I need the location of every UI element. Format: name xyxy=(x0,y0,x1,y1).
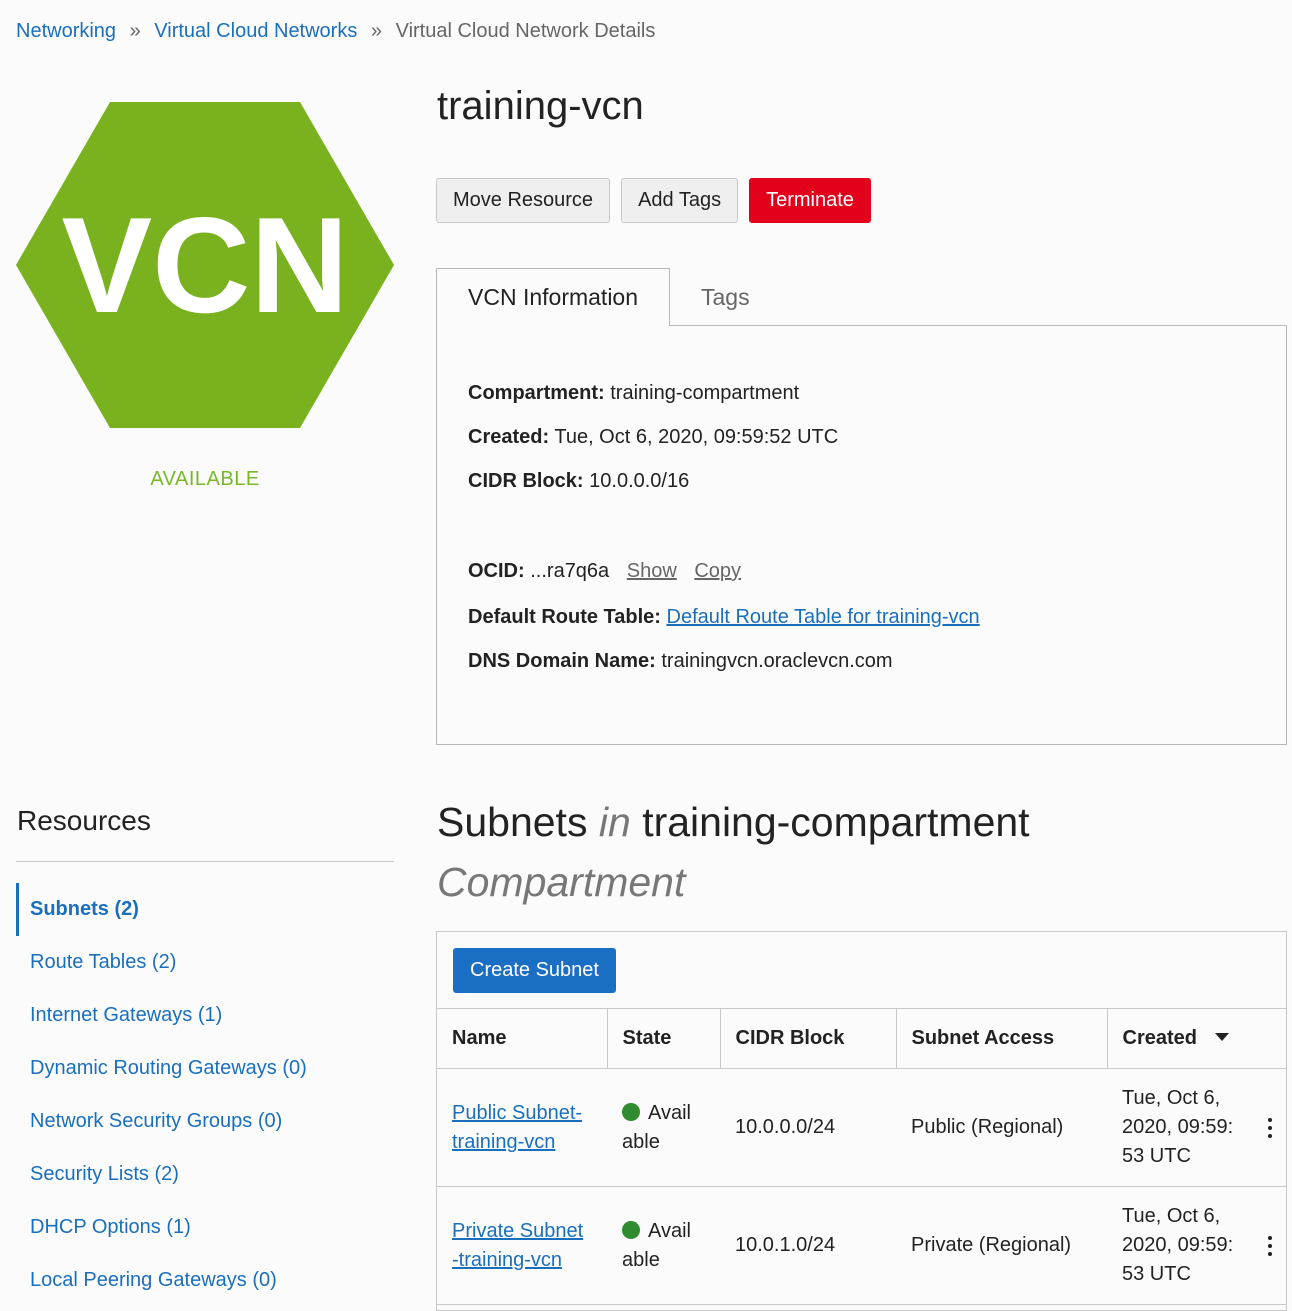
column-header-created[interactable]: Created xyxy=(1107,1008,1286,1069)
table-row: Private Subnet -training-vcn Avail able 10… xyxy=(437,1186,1286,1305)
created-line: 2020, 09:59: xyxy=(1122,1234,1234,1256)
resource-item-local-peering-gateways[interactable]: Local Peering Gateways (0) xyxy=(16,1254,394,1307)
table-header-row: Name State CIDR Block Subnet Access Crea… xyxy=(437,1008,1286,1069)
subnet-access-cell: Public (Regional) xyxy=(896,1068,1107,1187)
subnet-name-link[interactable]: Public Subnet-training-vcn xyxy=(452,1102,582,1153)
subnet-access-cell: Private (Regional) xyxy=(896,1186,1107,1305)
state-text: able xyxy=(622,1130,660,1153)
action-bar: Move Resource Add Tags Terminate xyxy=(436,178,871,223)
column-header-state[interactable]: State xyxy=(607,1008,721,1069)
sort-descending-icon[interactable] xyxy=(1214,1033,1229,1041)
page-title: training-vcn xyxy=(437,84,644,128)
create-subnet-button[interactable]: Create Subnet xyxy=(453,948,616,993)
ocid-show-link[interactable]: Show xyxy=(627,560,677,582)
subnet-name-line: -training-vcn xyxy=(452,1248,563,1271)
available-status-icon xyxy=(622,1220,640,1239)
subnet-name-cell: Public Subnet-training-vcn xyxy=(437,1068,607,1187)
breadcrumb-separator: » xyxy=(129,20,141,42)
resource-item-subnets[interactable]: Subnets (2) xyxy=(16,883,394,936)
vcn-hexagon-icon: VCN xyxy=(16,102,394,428)
subnet-created-cell: Tue, Oct 6, 2020, 09:59: 53 UTC xyxy=(1107,1186,1286,1305)
state-text: able xyxy=(622,1248,660,1271)
row-actions-kebab-icon[interactable] xyxy=(1264,1118,1276,1138)
dns-row: DNS Domain Name: trainingvcn.oraclevcn.c… xyxy=(468,650,893,673)
resource-item-dynamic-routing-gateways[interactable]: Dynamic Routing Gateways (0) xyxy=(16,1042,394,1095)
subnets-table: Name State CIDR Block Subnet Access Crea… xyxy=(437,1008,1286,1305)
available-status-icon xyxy=(622,1102,640,1121)
tab-tags[interactable]: Tags xyxy=(670,268,781,326)
state-text: Avail xyxy=(648,1101,691,1124)
ocid-label: OCID: xyxy=(468,560,525,582)
resource-item-security-lists[interactable]: Security Lists (2) xyxy=(16,1148,394,1201)
resources-heading: Resources xyxy=(17,805,151,836)
created-row: Created: Tue, Oct 6, 2020, 09:59:52 UTC xyxy=(468,426,838,449)
subnet-name-line: Private Subnet xyxy=(452,1219,584,1242)
column-header-name[interactable]: Name xyxy=(437,1008,608,1069)
ocid-row: OCID: ...ra7q6a Show Copy xyxy=(468,560,741,583)
detail-tabs: VCN Information Tags xyxy=(436,268,781,326)
subnet-state-cell: Avail able xyxy=(607,1186,720,1305)
subnet-name-link[interactable]: Private Subnet -training-vcn xyxy=(452,1220,583,1271)
cidr-label: CIDR Block: xyxy=(468,470,584,492)
subnets-heading-suffix: Compartment xyxy=(437,859,686,905)
compartment-label: Compartment: xyxy=(468,382,605,404)
created-line: Tue, Oct 6, xyxy=(1122,1087,1221,1109)
subnet-created-cell: Tue, Oct 6, 2020, 09:59: 53 UTC xyxy=(1107,1068,1286,1187)
created-line: 53 UTC xyxy=(1122,1145,1191,1167)
table-row: Public Subnet-training-vcn Avail able 10.… xyxy=(437,1068,1286,1187)
subnet-name-line: Public Subnet- xyxy=(452,1101,583,1124)
breadcrumb: Networking » Virtual Cloud Networks » Vi… xyxy=(16,20,655,43)
breadcrumb-virtual-cloud-networks[interactable]: Virtual Cloud Networks xyxy=(154,20,357,42)
tab-vcn-information[interactable]: VCN Information xyxy=(436,268,671,326)
resource-item-network-security-groups[interactable]: Network Security Groups (0) xyxy=(16,1095,394,1148)
dns-value: trainingvcn.oraclevcn.com xyxy=(661,650,893,672)
created-line: 53 UTC xyxy=(1122,1263,1191,1285)
ocid-value: ...ra7q6a xyxy=(530,560,610,582)
route-table-label: Default Route Table: xyxy=(468,606,661,628)
default-route-table-link[interactable]: Default Route Table for training-vcn xyxy=(667,606,980,628)
created-value: Tue, Oct 6, 2020, 09:59:52 UTC xyxy=(554,426,839,448)
terminate-button[interactable]: Terminate xyxy=(749,178,871,223)
subnets-heading-in: in xyxy=(598,799,631,845)
add-tags-button[interactable]: Add Tags xyxy=(621,178,739,223)
resource-item-dhcp-options[interactable]: DHCP Options (1) xyxy=(16,1201,394,1254)
dns-label: DNS Domain Name: xyxy=(468,650,656,672)
subnets-heading-compartment: training-compartment xyxy=(642,799,1030,845)
created-line: 2020, 09:59: xyxy=(1122,1116,1234,1138)
subnet-name-cell: Private Subnet -training-vcn xyxy=(437,1186,607,1305)
subnet-state-cell: Avail able xyxy=(607,1068,720,1187)
resources-list: Subnets (2) Route Tables (2) Internet Ga… xyxy=(16,883,394,1307)
compartment-value: training-compartment xyxy=(610,382,800,404)
subnets-heading: Subnets in training-compartment Compartm… xyxy=(437,792,1257,912)
resources-divider xyxy=(16,861,394,862)
row-actions-kebab-icon[interactable] xyxy=(1264,1236,1276,1256)
subnets-table-panel: Create Subnet Name State CIDR Block Subn… xyxy=(436,931,1287,1311)
vcn-information-panel: Compartment: training-compartment Create… xyxy=(436,325,1287,745)
subnet-cidr-cell: 10.0.1.0/24 xyxy=(720,1186,896,1305)
breadcrumb-current: Virtual Cloud Network Details xyxy=(395,20,656,42)
subnets-heading-main: Subnets xyxy=(437,799,588,845)
created-line: Tue, Oct 6, xyxy=(1122,1205,1221,1227)
compartment-row: Compartment: training-compartment xyxy=(468,382,799,405)
vcn-icon-text: VCN xyxy=(61,189,348,341)
route-table-row: Default Route Table: Default Route Table… xyxy=(468,606,980,629)
created-label: Created: xyxy=(468,426,550,448)
column-header-created-label: Created xyxy=(1122,1027,1197,1049)
cidr-value: 10.0.0.0/16 xyxy=(589,470,690,492)
breadcrumb-separator: » xyxy=(370,20,383,42)
subnet-name-line: training-vcn xyxy=(452,1130,556,1153)
column-header-cidr-block[interactable]: CIDR Block xyxy=(720,1008,897,1069)
cidr-row: CIDR Block: 10.0.0.0/16 xyxy=(468,470,689,493)
move-resource-button[interactable]: Move Resource xyxy=(436,178,611,223)
status-label: AVAILABLE xyxy=(150,468,260,490)
column-header-subnet-access[interactable]: Subnet Access xyxy=(896,1008,1108,1069)
state-text: Avail xyxy=(648,1219,691,1242)
resource-item-route-tables[interactable]: Route Tables (2) xyxy=(16,936,394,989)
ocid-copy-link[interactable]: Copy xyxy=(694,560,741,582)
resource-item-internet-gateways[interactable]: Internet Gateways (1) xyxy=(16,989,394,1042)
subnet-cidr-cell: 10.0.0.0/24 xyxy=(720,1068,896,1187)
breadcrumb-networking[interactable]: Networking xyxy=(16,20,116,42)
